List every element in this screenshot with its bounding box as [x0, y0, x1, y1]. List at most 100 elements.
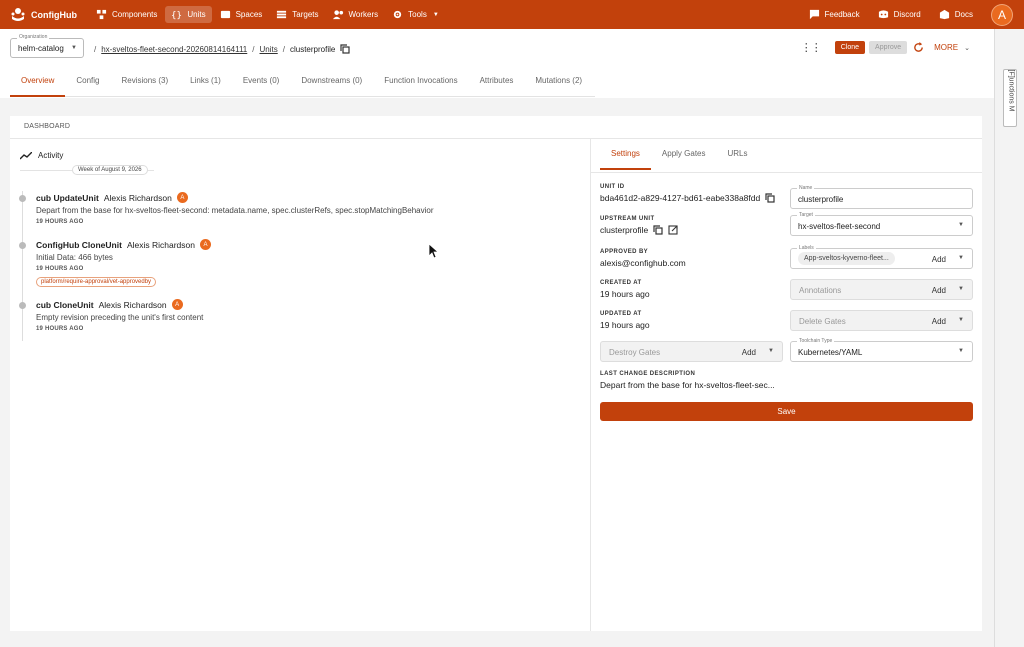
breadcrumb-units-link[interactable]: Units — [260, 45, 278, 54]
refresh-icon[interactable] — [913, 42, 924, 53]
more-label: MORE — [934, 43, 959, 52]
nav-workers[interactable]: Workers — [327, 6, 385, 23]
add-delete-gate-button[interactable]: Add — [932, 317, 946, 326]
label-chip[interactable]: App-sveltos-kyverno-fleet... — [798, 252, 895, 265]
created-at-value: 19 hours ago — [600, 289, 650, 299]
unit-id-label: UNIT ID — [600, 184, 625, 190]
docs-link[interactable]: Docs — [933, 6, 979, 23]
chevron-down-icon[interactable]: ▼ — [958, 286, 964, 292]
add-annotation-button[interactable]: Add — [932, 286, 946, 295]
entry-command: cub UpdateUnit — [36, 192, 99, 203]
tab-revisions[interactable]: Revisions (3) — [110, 73, 179, 97]
save-button[interactable]: Save — [600, 402, 973, 421]
delete-gates-field[interactable]: Delete Gates Add ▼ — [790, 310, 973, 331]
docs-label: Docs — [954, 10, 973, 19]
nav-tools[interactable]: Tools ▼ — [386, 6, 445, 23]
divider — [590, 172, 982, 173]
nav-spaces-label: Spaces — [235, 10, 263, 19]
chevron-down-icon[interactable]: ▼ — [958, 255, 964, 261]
tab-urls[interactable]: URLs — [716, 149, 758, 170]
nav-targets[interactable]: Targets — [270, 6, 324, 23]
tab-downstreams[interactable]: Downstreams (0) — [290, 73, 373, 97]
brand-name: ConfigHub — [31, 9, 77, 20]
tab-links[interactable]: Links (1) — [179, 73, 232, 97]
toolchain-type-select[interactable]: Toolchain Type Kubernetes/YAML ▼ — [790, 338, 973, 362]
annotations-placeholder: Annotations — [799, 286, 842, 295]
braces-icon: {} — [171, 10, 182, 20]
unit-tabs: Overview Config Revisions (3) Links (1) … — [10, 73, 595, 97]
destroy-gates-placeholder: Destroy Gates — [609, 348, 661, 357]
svg-text:{}: {} — [171, 10, 182, 20]
tab-settings[interactable]: Settings — [600, 149, 651, 170]
nav-spaces[interactable]: Spaces — [214, 6, 269, 23]
open-external-icon[interactable] — [668, 225, 678, 235]
labels-field[interactable]: Labels App-sveltos-kyverno-fleet... Add … — [790, 245, 973, 269]
add-label-button[interactable]: Add — [932, 255, 946, 264]
more-menu-button[interactable]: MORE ⌄ — [934, 43, 970, 52]
target-select[interactable]: Target hx-sveltos-fleet-second ▼ — [790, 212, 973, 236]
tab-function-invocations[interactable]: Function Invocations — [373, 73, 468, 97]
nav-units-label: Units — [187, 10, 206, 19]
entry-command: ConfigHub CloneUnit — [36, 239, 122, 250]
upstream-unit-field: UPSTREAM UNIT clusterprofile — [600, 216, 678, 235]
tab-apply-gates[interactable]: Apply Gates — [651, 149, 717, 170]
tab-mutations[interactable]: Mutations (2) — [524, 73, 593, 97]
destroy-gates-field[interactable]: Destroy Gates Add ▼ — [600, 341, 783, 362]
name-value: clusterprofile — [798, 195, 844, 204]
timeline-dot — [19, 195, 26, 202]
organization-value: helm-catalog — [18, 44, 64, 53]
name-field[interactable]: Name clusterprofile — [790, 185, 973, 209]
chevron-down-icon: ▼ — [958, 348, 964, 354]
approved-by-label: APPROVED BY — [600, 249, 649, 255]
approve-button[interactable]: Approve — [869, 41, 908, 54]
name-label: Name — [797, 185, 815, 191]
tab-overview[interactable]: Overview — [10, 73, 66, 97]
toolchain-type-label: Toolchain Type — [797, 338, 835, 344]
docs-icon — [939, 9, 949, 20]
breadcrumb-space-link[interactable]: hx-sveltos-fleet-second-20260814164111 — [101, 45, 247, 54]
activity-trend-icon — [20, 151, 32, 159]
entry-tag[interactable]: platform/require-approval/vet-approvedby — [36, 277, 157, 287]
upstream-unit-value: clusterprofile — [600, 225, 649, 235]
avatar: A — [176, 192, 188, 203]
nav-targets-label: Targets — [292, 10, 319, 19]
dashboard-panel: DASHBOARD Activity Week of August 9, 202… — [10, 116, 982, 631]
labels-label: Labels — [797, 245, 816, 251]
organization-select[interactable]: Organization helm-catalog ▼ — [10, 34, 84, 58]
tab-events[interactable]: Events (0) — [232, 73, 290, 97]
mouse-cursor-icon — [428, 243, 440, 259]
unit-id-field: UNIT ID bda461d2-a829-4127-bd61-eabe338a… — [600, 184, 775, 203]
functions-panel-rail: [F]unctions M — [994, 29, 1024, 647]
discord-link[interactable]: Discord — [872, 6, 927, 23]
entry-time: 19 HOURS AGO — [36, 326, 84, 332]
targets-icon — [277, 10, 287, 19]
breadcrumb-separator: / — [282, 44, 285, 54]
copy-icon[interactable] — [340, 44, 350, 54]
created-at-label: CREATED AT — [600, 280, 642, 286]
top-nav: ConfigHub Components {} Units Spaces Tar… — [0, 0, 1024, 29]
tab-config[interactable]: Config — [65, 73, 110, 97]
entry-description: Empty revision preceding the unit's firs… — [36, 313, 204, 322]
copy-icon[interactable] — [765, 193, 775, 203]
chevron-down-icon[interactable]: ▼ — [768, 348, 774, 354]
breadcrumb-separator: / — [252, 44, 255, 54]
grip-dots-icon[interactable]: ⋮⋮ — [801, 41, 822, 54]
copy-icon[interactable] — [653, 225, 663, 235]
annotations-field[interactable]: Annotations Add ▼ — [790, 279, 973, 300]
brand[interactable]: ConfigHub — [10, 7, 90, 23]
last-change-field: LAST CHANGE DESCRIPTION Depart from the … — [600, 371, 775, 390]
discord-label: Discord — [893, 10, 921, 19]
user-avatar[interactable]: A — [991, 3, 1013, 26]
entry-user: Alexis Richardson — [98, 299, 167, 310]
functions-toggle[interactable]: [F]unctions M — [1003, 69, 1017, 127]
clone-button[interactable]: Clone — [834, 41, 866, 54]
last-change-value: Depart from the base for hx-sveltos-flee… — [600, 380, 775, 390]
nav-units[interactable]: {} Units — [165, 6, 212, 23]
timeline-dot — [19, 242, 26, 249]
add-destroy-gate-button[interactable]: Add — [742, 348, 756, 357]
chevron-down-icon[interactable]: ▼ — [958, 317, 964, 323]
components-icon — [96, 9, 107, 20]
feedback-link[interactable]: Feedback — [803, 6, 866, 23]
tab-attributes[interactable]: Attributes — [469, 73, 525, 97]
nav-components[interactable]: Components — [90, 6, 163, 23]
